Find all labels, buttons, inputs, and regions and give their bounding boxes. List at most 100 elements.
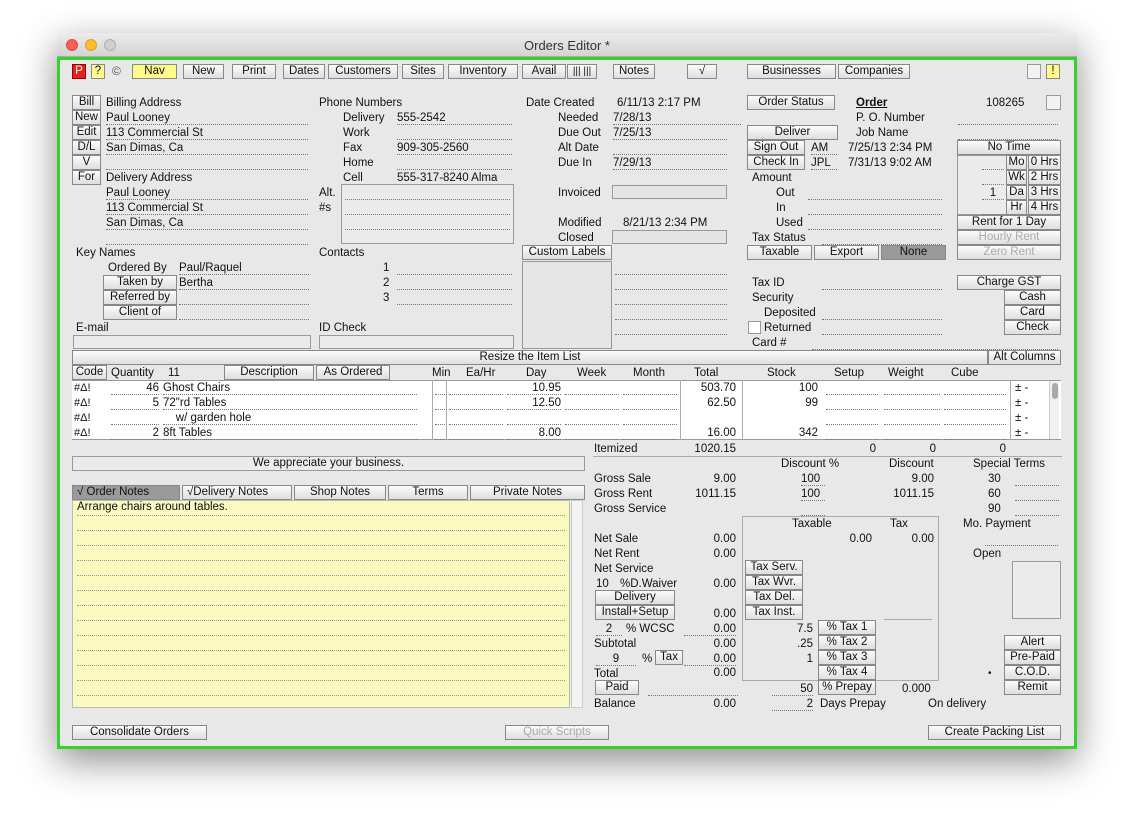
row-desc[interactable]: 72"rd Tables (163, 396, 417, 410)
row-cube[interactable] (944, 426, 1006, 440)
row-add-remove[interactable]: ± - (1015, 381, 1028, 395)
check-payment-button[interactable]: Check (1004, 320, 1061, 335)
tax-id-field[interactable] (822, 276, 942, 290)
avail-button[interactable]: Avail (522, 64, 566, 79)
amount-out-field[interactable] (808, 186, 942, 200)
row-desc[interactable]: w/ garden hole (163, 411, 417, 425)
tax-pct[interactable]: 9 (596, 652, 636, 666)
email-field[interactable] (73, 335, 311, 349)
row-code-icons[interactable]: #Δ! (74, 396, 91, 410)
row-day[interactable]: 12.50 (507, 396, 561, 410)
row-month[interactable] (623, 426, 677, 440)
row-desc[interactable]: Ghost Chairs (163, 381, 417, 395)
due-in-date[interactable]: 7/29/13 (613, 156, 727, 170)
contact-2[interactable] (397, 276, 512, 290)
help-button[interactable]: ? (91, 64, 105, 79)
custom-field-5[interactable] (615, 321, 727, 335)
order-checkbox[interactable] (1046, 95, 1061, 110)
delivery-line-2[interactable]: 113 Commercial St (106, 201, 308, 215)
referred-by-field[interactable] (179, 291, 309, 305)
taken-by-field[interactable]: Bertha (179, 276, 309, 290)
row-month[interactable] (623, 381, 677, 395)
tax-serv-button[interactable]: Tax Serv. (745, 560, 803, 575)
tax-wvr-button[interactable]: Tax Wvr. (745, 575, 803, 590)
period-unit-da[interactable]: Da (1006, 185, 1027, 200)
tax-inst-button[interactable]: Tax Inst. (745, 605, 803, 620)
print-button[interactable]: Print (232, 64, 276, 79)
delivery-line-3[interactable]: San Dimas, Ca (106, 216, 308, 230)
row-cube[interactable] (944, 396, 1006, 410)
row-month[interactable] (623, 396, 677, 410)
for-button[interactable]: For (72, 170, 101, 185)
row-weight[interactable] (884, 426, 940, 440)
alt-phone-1[interactable] (345, 186, 510, 200)
period-hrs-2[interactable]: 2 Hrs (1028, 170, 1061, 185)
hourly-rent-button[interactable]: Hourly Rent (957, 230, 1061, 245)
term-2-field[interactable] (1015, 487, 1059, 501)
phone-fax[interactable]: 909-305-2560 (397, 141, 512, 155)
gross-sale-discount-pct[interactable]: 100 (801, 472, 825, 486)
returned-field[interactable] (822, 321, 942, 335)
prepay-pct[interactable]: 50 (772, 682, 813, 696)
resize-item-list-button[interactable]: Resize the Item List (72, 350, 988, 365)
tax-del-button[interactable]: Tax Del. (745, 590, 803, 605)
wcsc-value[interactable]: 0.00 (684, 622, 736, 636)
row-month[interactable] (623, 411, 677, 425)
custom-field-3[interactable] (615, 291, 727, 305)
billing-line-3[interactable]: San Dimas, Ca (106, 141, 308, 155)
row-setup[interactable] (826, 381, 878, 395)
tax-1-button[interactable]: % Tax 1 (818, 620, 876, 635)
paid-button[interactable]: Paid (595, 680, 639, 695)
new-button[interactable]: New (183, 64, 224, 79)
dates-button[interactable]: Dates (283, 64, 325, 79)
gross-rent-discount-pct[interactable]: 100 (801, 487, 825, 501)
notes-button[interactable]: Notes (613, 64, 655, 79)
row-min[interactable] (435, 381, 445, 395)
tab-terms[interactable]: Terms (388, 485, 468, 500)
open-box[interactable] (1012, 561, 1061, 619)
remit-button[interactable]: Remit (1004, 680, 1061, 695)
row-desc[interactable]: 8ft Tables (163, 426, 417, 440)
card-button[interactable]: Card (1004, 305, 1061, 320)
row-weight[interactable] (884, 396, 940, 410)
row-add-remove[interactable]: ± - (1015, 426, 1028, 440)
dl-button[interactable]: D/L (72, 140, 101, 155)
phone-work[interactable] (397, 126, 512, 140)
notes-scrollbar[interactable] (571, 500, 583, 708)
customers-button[interactable]: Customers (328, 64, 398, 79)
description-header[interactable]: Description (224, 365, 314, 380)
sign-out-by[interactable]: AM (811, 141, 837, 155)
sign-out-button[interactable]: Sign Out (747, 140, 805, 155)
delivery-line-1[interactable]: Paul Looney (106, 186, 308, 200)
period-qty-da[interactable]: 1 (982, 186, 1004, 200)
blank-box[interactable] (1027, 64, 1041, 79)
tab-order-notes[interactable]: √ Order Notes (72, 485, 180, 500)
tab-delivery-notes[interactable]: √Delivery Notes (182, 485, 292, 500)
ordered-by-field[interactable]: Paul/Raquel (179, 261, 309, 275)
row-eahr[interactable] (449, 426, 503, 440)
row-eahr[interactable] (449, 396, 503, 410)
waiver-pct[interactable]: 10 (596, 577, 618, 591)
export-button[interactable]: Export (814, 245, 879, 260)
tab-shop-notes[interactable]: Shop Notes (294, 485, 386, 500)
period-hrs-0[interactable]: 0 Hrs (1028, 155, 1061, 170)
row-setup[interactable] (826, 426, 878, 440)
row-min[interactable] (435, 396, 445, 410)
calendar-bars-button[interactable]: ||| ||| (567, 64, 597, 79)
as-ordered-header[interactable]: As Ordered (316, 365, 390, 380)
new-address-button[interactable]: New (72, 110, 101, 125)
tab-private-notes[interactable]: Private Notes (470, 485, 585, 500)
contact-3[interactable] (397, 291, 512, 305)
alt-phone-3[interactable] (345, 216, 510, 230)
card-number-field[interactable] (812, 336, 1058, 350)
p-flag-button[interactable]: P (72, 64, 86, 79)
row-eahr[interactable] (449, 411, 503, 425)
alt-columns-button[interactable]: Alt Columns (988, 350, 1061, 365)
period-unit-mo[interactable]: Mo (1006, 155, 1027, 170)
none-button[interactable]: None (881, 245, 946, 260)
phone-cell[interactable]: 555-317-8240 Alma (397, 171, 512, 185)
row-add-remove[interactable]: ± - (1015, 411, 1028, 425)
order-notes-area[interactable]: Arrange chairs around tables. (72, 500, 570, 708)
sites-button[interactable]: Sites (402, 64, 444, 79)
rent-for-1-day-button[interactable]: Rent for 1 Day (957, 215, 1061, 230)
